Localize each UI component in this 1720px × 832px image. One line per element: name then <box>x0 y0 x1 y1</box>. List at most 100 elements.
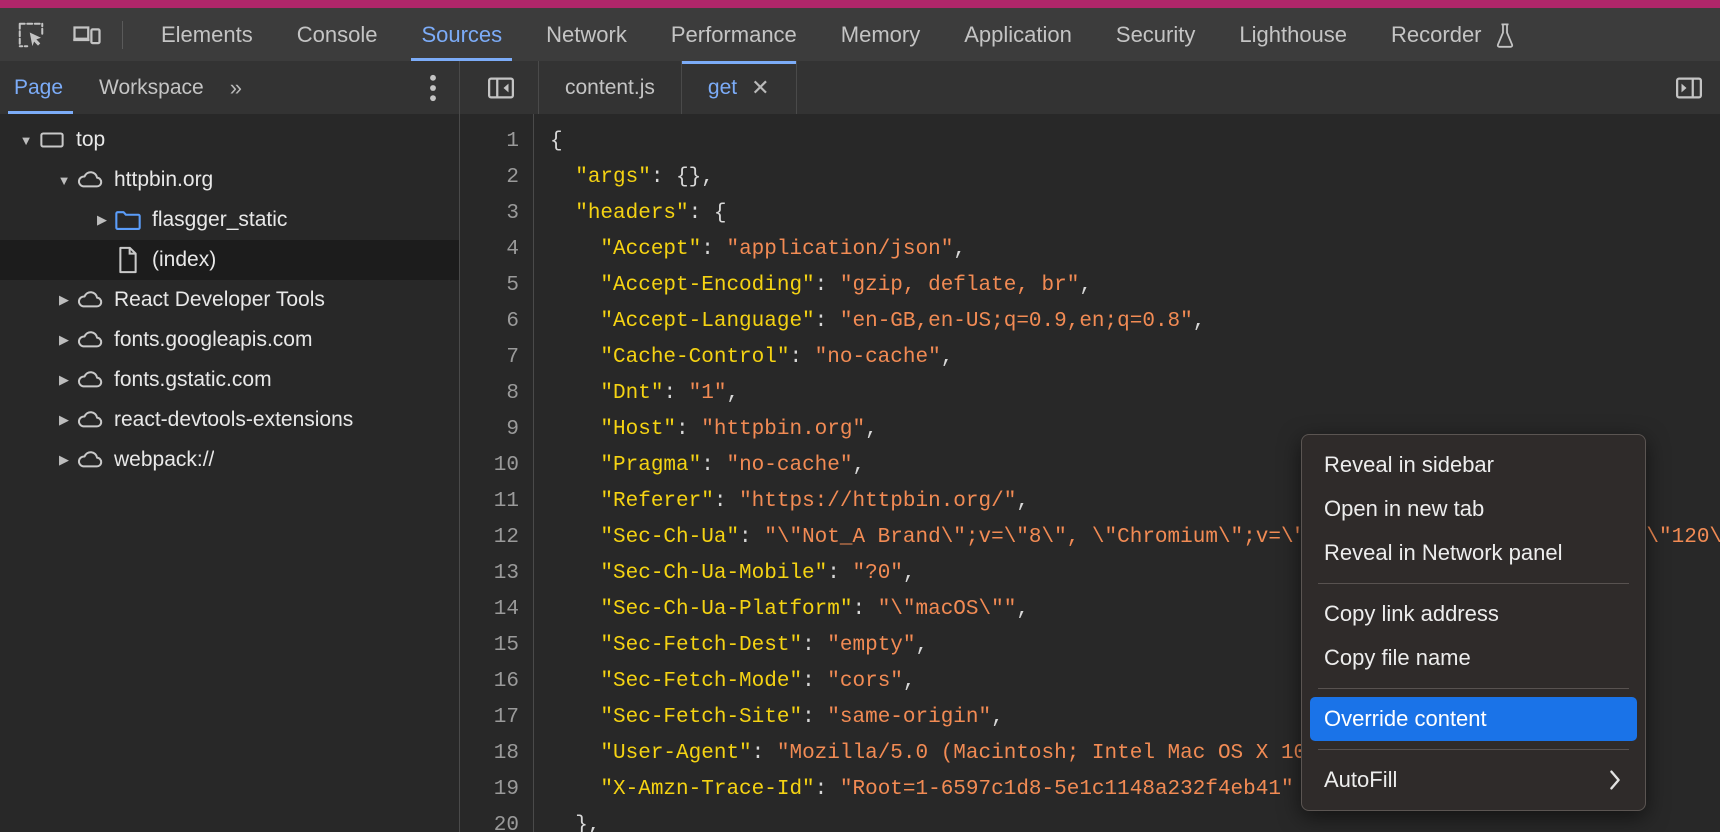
panel-tab-application[interactable]: Application <box>942 8 1094 61</box>
editor-tab-label: content.js <box>565 75 655 99</box>
json-string: "application/json" <box>726 238 954 261</box>
navigator-more-tabs-button[interactable]: » <box>222 61 250 114</box>
panel-tab-label: Lighthouse <box>1239 21 1348 47</box>
context-menu-item-label: Copy link address <box>1324 601 1499 626</box>
tree-item-fonts-googleapis-com[interactable]: ▶ fonts.googleapis.com <box>0 320 459 360</box>
json-key: "args" <box>575 166 651 189</box>
twisty-expanded-icon[interactable]: ▼ <box>54 173 74 188</box>
toolbar-icon-group <box>0 8 104 61</box>
json-punctuation <box>550 346 600 369</box>
accent-strip <box>0 0 1720 8</box>
json-key: "Accept-Encoding" <box>600 274 815 297</box>
chevron-right-icon <box>1607 768 1623 792</box>
line-number: 20 <box>493 814 519 832</box>
code-line: "Accept": "application/json", <box>550 232 1720 268</box>
context-menu[interactable]: Reveal in sidebar Open in new tab Reveal i… <box>1301 434 1646 811</box>
code-line: "Accept-Language": "en-GB,en-US;q=0.9,en… <box>550 304 1720 340</box>
tree-item-index[interactable]: ▶(index) <box>0 240 459 280</box>
panel-tab-label: Memory <box>840 21 921 47</box>
navigator-tab-workspace[interactable]: Workspace <box>81 61 222 114</box>
context-menu-item-copy-link-address[interactable]: Copy link address <box>1302 592 1645 636</box>
editor-tab-content-js[interactable]: content.js <box>539 61 682 114</box>
twisty-collapsed-icon[interactable]: ▶ <box>54 412 74 428</box>
json-key: "Accept" <box>600 238 702 261</box>
navigator-tab-page[interactable]: Page <box>0 61 81 114</box>
panel-tab-recorder[interactable]: Recorder <box>1369 8 1537 61</box>
devtools-panel-tabbar: Elements Console Sources Network Performance… <box>0 8 1720 61</box>
tree-item-top[interactable]: ▼ top <box>0 120 459 160</box>
context-menu-item-reveal-in-sidebar[interactable]: Reveal in sidebar <box>1302 443 1645 487</box>
context-menu-separator <box>1318 749 1629 750</box>
tree-item-label: fonts.googleapis.com <box>114 328 313 351</box>
folder-icon <box>112 208 144 232</box>
json-punctuation <box>550 778 600 801</box>
json-punctuation <box>550 238 600 261</box>
panel-tab-label: Sources <box>421 21 503 47</box>
twisty-collapsed-icon[interactable]: ▶ <box>54 452 74 468</box>
navigator-tabbar: Page Workspace » <box>0 61 460 114</box>
json-punctuation: , <box>1016 490 1029 513</box>
twisty-collapsed-icon[interactable]: ▶ <box>54 332 74 348</box>
show-debugger-sidebar-icon[interactable] <box>1658 61 1720 114</box>
panel-tab-label: Elements <box>161 21 253 47</box>
panel-tab-performance[interactable]: Performance <box>649 8 819 61</box>
json-string: "?0" <box>852 562 903 585</box>
context-menu-item-open-in-new-tab[interactable]: Open in new tab <box>1302 487 1645 531</box>
line-number: 8 <box>506 382 519 405</box>
panel-tab-console[interactable]: Console <box>275 8 400 61</box>
context-menu-item-copy-file-name[interactable]: Copy file name <box>1302 636 1645 680</box>
json-string: "gzip, deflate, br" <box>839 274 1080 297</box>
json-punctuation: : <box>814 778 840 801</box>
json-string: "empty" <box>827 634 916 657</box>
twisty-collapsed-icon[interactable]: ▶ <box>92 212 112 228</box>
editor-tabbar: content.js get ✕ <box>460 61 1720 114</box>
more-options-icon[interactable] <box>407 61 459 114</box>
editor-tab-label: get <box>707 75 738 99</box>
context-menu-item-reveal-in-network-panel[interactable]: Reveal in Network panel <box>1302 531 1645 575</box>
twisty-expanded-icon[interactable]: ▼ <box>16 133 36 148</box>
collapse-navigator-icon[interactable] <box>460 61 539 114</box>
json-key: "Sec-Fetch-Site" <box>600 706 803 729</box>
tree-item-flasgger-static[interactable]: ▶ flasgger_static <box>0 200 459 240</box>
twisty-collapsed-icon[interactable]: ▶ <box>54 292 74 308</box>
source-code-editor[interactable]: 123456789101112131415161718192021222324 … <box>460 114 1720 832</box>
context-menu-item-autofill[interactable]: AutoFill <box>1302 758 1645 802</box>
tree-item-httpbin-org[interactable]: ▼ httpbin.org <box>0 160 459 200</box>
context-menu-item-override-content[interactable]: Override content <box>1310 697 1637 741</box>
cloud-icon <box>74 167 106 193</box>
json-string: "same-origin" <box>827 706 992 729</box>
panel-tab-memory[interactable]: Memory <box>819 8 942 61</box>
code-line: "Cache-Control": "no-cache", <box>550 340 1720 376</box>
json-punctuation <box>550 742 600 765</box>
navigator-tabs: Page Workspace <box>0 61 222 114</box>
context-menu-item-label: Open in new tab <box>1324 496 1485 521</box>
json-punctuation <box>550 490 600 513</box>
panel-tab-label: Application <box>964 21 1072 47</box>
json-string: "httpbin.org" <box>701 418 866 441</box>
navigator-file-tree[interactable]: ▼top▼httpbin.org▶flasgger_static▶(index)… <box>0 114 460 832</box>
json-punctuation <box>550 454 600 477</box>
json-key: "Sec-Fetch-Mode" <box>600 670 803 693</box>
tree-item-webpack[interactable]: ▶ webpack:// <box>0 440 459 480</box>
tree-item-label: (index) <box>152 248 217 271</box>
tree-item-fonts-gstatic-com[interactable]: ▶ fonts.gstatic.com <box>0 360 459 400</box>
line-number: 2 <box>506 166 519 189</box>
panel-tab-sources[interactable]: Sources <box>399 8 524 61</box>
panel-tab-elements[interactable]: Elements <box>139 8 275 61</box>
editor-tab-close-icon[interactable]: ✕ <box>751 76 769 99</box>
json-punctuation: , <box>726 382 740 405</box>
editor-tab-get[interactable]: get ✕ <box>681 61 797 114</box>
inspect-element-icon[interactable] <box>14 18 48 52</box>
panel-tab-security[interactable]: Security <box>1094 8 1217 61</box>
tree-item-react-devtools-extensions[interactable]: ▶ react-devtools-extensions <box>0 400 459 440</box>
panel-tab-label: Security <box>1115 21 1196 47</box>
json-punctuation: }, <box>550 814 601 832</box>
panel-tab-network[interactable]: Network <box>524 8 649 61</box>
device-toolbar-icon[interactable] <box>70 18 104 52</box>
twisty-collapsed-icon[interactable]: ▶ <box>54 372 74 388</box>
json-punctuation: : <box>802 634 828 657</box>
tree-item-react-developer-tools[interactable]: ▶ React Developer Tools <box>0 280 459 320</box>
panel-tab-lighthouse[interactable]: Lighthouse <box>1217 8 1369 61</box>
panel-tab-label: Recorder <box>1391 21 1482 47</box>
json-punctuation: : <box>814 274 840 297</box>
